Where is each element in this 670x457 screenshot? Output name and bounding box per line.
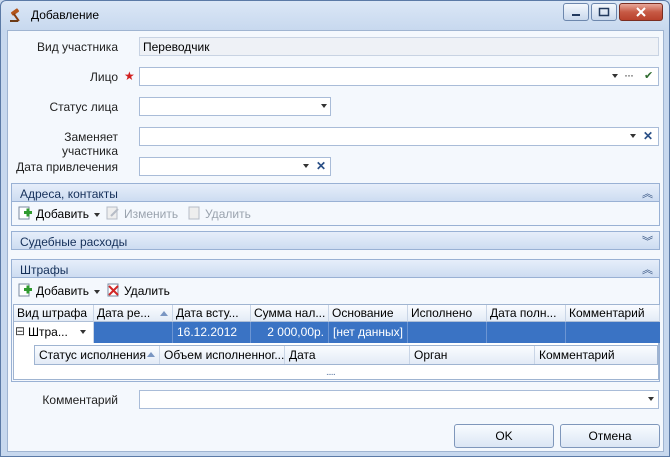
ok-button[interactable]: OK xyxy=(454,424,554,448)
column-header[interactable]: Дата всту... xyxy=(173,305,251,322)
addresses-delete-button[interactable]: Удалить xyxy=(205,207,251,221)
comment-field[interactable] xyxy=(139,390,659,409)
chevron-down-icon[interactable] xyxy=(321,104,327,108)
column-header[interactable]: Орган xyxy=(410,346,535,364)
column-header[interactable]: Исполнено xyxy=(408,305,487,322)
clear-icon[interactable]: ✕ xyxy=(643,129,653,143)
gavel-icon xyxy=(10,8,20,22)
effective-date-cell[interactable]: 16.12.2012 xyxy=(173,322,251,343)
chevron-down-icon[interactable] xyxy=(80,330,86,334)
collapse-row-icon[interactable]: ⊟ xyxy=(15,324,25,338)
titlebar[interactable]: Добавление xyxy=(1,1,669,29)
person-label: Лицо xyxy=(90,70,118,84)
addresses-section-header[interactable]: Адреса, контакты ︽ xyxy=(11,183,660,202)
court-costs-section-header[interactable]: Судебные расходы ︾ xyxy=(11,231,660,250)
column-header[interactable]: Дата ре... xyxy=(94,305,173,322)
chevron-down-icon[interactable] xyxy=(630,134,636,138)
involve-date-field[interactable]: ✕ xyxy=(139,157,331,176)
delete-icon xyxy=(107,283,119,297)
person-field[interactable]: ··· ✔ xyxy=(139,67,659,86)
check-icon[interactable]: ✔ xyxy=(644,69,653,82)
full-date-cell[interactable] xyxy=(487,322,566,343)
fines-section-body: Добавить Удалить Вид штрафа Дата ре... Д… xyxy=(11,278,660,382)
addresses-section-title: Адреса, контакты xyxy=(20,187,118,201)
court-costs-section-title: Судебные расходы xyxy=(20,235,128,249)
window-title: Добавление xyxy=(31,8,99,22)
column-header[interactable]: Дата xyxy=(285,346,410,364)
column-header[interactable]: Статус исполнения xyxy=(35,346,160,364)
replaces-label: Заменяет участника xyxy=(62,130,118,158)
decision-date-cell[interactable] xyxy=(94,322,173,343)
add-icon xyxy=(18,206,32,220)
fine-type-cell[interactable]: ⊟ Штра... xyxy=(14,322,94,343)
maximize-button[interactable] xyxy=(591,3,617,21)
fines-add-button[interactable]: Добавить xyxy=(36,284,89,298)
clear-icon[interactable]: ✕ xyxy=(316,159,326,173)
person-status-select[interactable] xyxy=(139,97,331,116)
participant-type-field: Переводчик xyxy=(139,37,659,56)
resize-grip[interactable]: ..... xyxy=(326,367,336,378)
done-cell[interactable] xyxy=(408,322,487,343)
basis-cell[interactable]: [нет данных] xyxy=(329,322,408,343)
collapse-icon[interactable]: ︽ xyxy=(642,261,653,277)
addresses-add-button[interactable]: Добавить xyxy=(36,207,89,221)
dialog-body: Вид участника Переводчик Лицо ★ ··· ✔ Ст… xyxy=(7,30,664,452)
maximize-icon xyxy=(598,7,610,17)
expand-icon[interactable]: ︾ xyxy=(642,233,653,249)
ellipsis-icon[interactable]: ··· xyxy=(624,68,634,82)
involve-date-label: Дата привлечения xyxy=(16,160,118,174)
execution-subgrid: Статус исполнения Объем исполненног... Д… xyxy=(34,345,658,365)
column-header[interactable]: Комментарий xyxy=(566,305,660,322)
chevron-down-icon[interactable] xyxy=(94,213,100,217)
comment-cell[interactable] xyxy=(566,322,660,343)
dialog-window: Добавление Вид участника Переводчик Лицо… xyxy=(0,0,670,457)
delete-icon xyxy=(188,206,200,220)
close-icon xyxy=(636,7,646,17)
amount-cell[interactable]: 2 000,00р. xyxy=(251,322,329,343)
fines-section-header[interactable]: Штрафы ︽ xyxy=(11,259,660,278)
column-header[interactable]: Вид штрафа xyxy=(14,305,94,322)
column-header[interactable]: Комментарий xyxy=(535,346,657,364)
column-header[interactable]: Дата полн... xyxy=(487,305,566,322)
column-header[interactable]: Сумма нал... xyxy=(251,305,329,322)
column-header[interactable]: Основание xyxy=(329,305,408,322)
add-icon xyxy=(18,283,32,297)
addresses-edit-button[interactable]: Изменить xyxy=(124,207,178,221)
minimize-icon xyxy=(572,14,580,16)
fines-section-title: Штрафы xyxy=(20,263,69,277)
chevron-down-icon[interactable] xyxy=(303,164,309,168)
close-button[interactable] xyxy=(619,3,663,21)
cancel-button[interactable]: Отмена xyxy=(560,424,660,448)
addresses-toolbar: Добавить Изменить Удалить xyxy=(11,202,660,226)
edit-icon xyxy=(106,206,119,220)
replaces-field[interactable]: ✕ xyxy=(139,127,659,146)
sort-asc-icon xyxy=(147,352,155,357)
fines-grid: Вид штрафа Дата ре... Дата всту... Сумма… xyxy=(13,304,660,380)
comment-label: Комментарий xyxy=(42,393,118,407)
participant-type-label: Вид участника xyxy=(37,40,118,54)
person-status-label: Статус лица xyxy=(49,100,118,114)
minimize-button[interactable] xyxy=(563,3,589,21)
sort-asc-icon xyxy=(160,311,168,316)
fines-delete-button[interactable]: Удалить xyxy=(124,284,170,298)
chevron-down-icon[interactable] xyxy=(94,290,100,294)
chevron-down-icon[interactable] xyxy=(648,397,654,401)
chevron-down-icon[interactable] xyxy=(612,74,618,78)
participant-type-value: Переводчик xyxy=(143,40,210,54)
column-header[interactable]: Объем исполненног... xyxy=(160,346,285,364)
required-star-icon: ★ xyxy=(124,69,135,83)
collapse-icon[interactable]: ︽ xyxy=(642,185,653,201)
